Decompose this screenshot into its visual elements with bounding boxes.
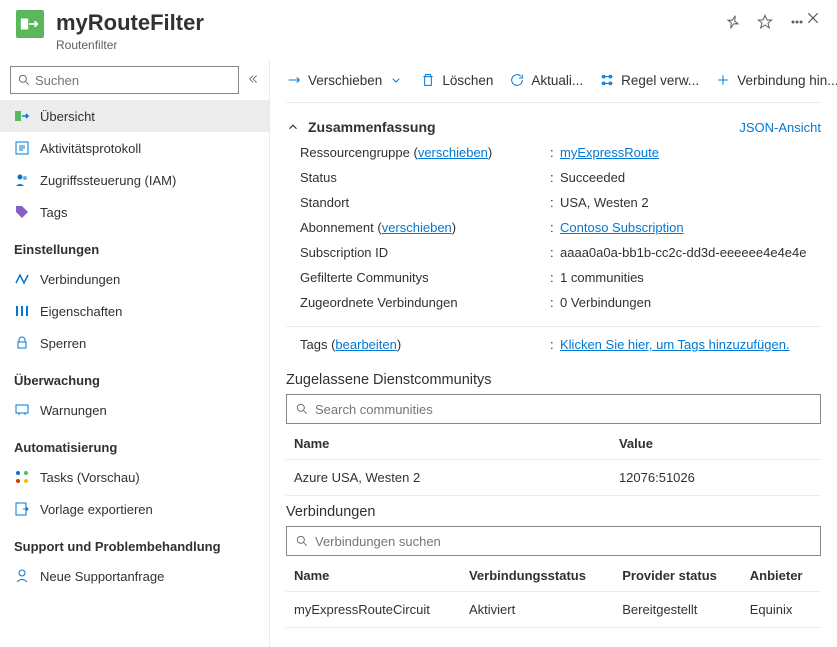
status-value: Succeeded bbox=[560, 170, 821, 185]
communities-value: 1 communities bbox=[560, 270, 821, 285]
sidebar-item-support-request[interactable]: Neue Supportanfrage bbox=[0, 560, 269, 592]
sidebar-item-alerts[interactable]: Warnungen bbox=[0, 394, 269, 426]
sidebar-item-label: Verbindungen bbox=[40, 272, 120, 287]
sidebar-item-connections[interactable]: Verbindungen bbox=[0, 263, 269, 295]
support-icon bbox=[14, 568, 30, 584]
search-connections-input[interactable] bbox=[286, 526, 821, 556]
resource-type-icon bbox=[16, 10, 44, 38]
divider bbox=[286, 326, 821, 327]
alert-icon bbox=[14, 402, 30, 418]
connections-table: Name Verbindungsstatus Provider status A… bbox=[286, 560, 821, 628]
tag-icon bbox=[14, 204, 30, 220]
sidebar-group-title: Überwachung bbox=[0, 359, 269, 394]
sidebar-item-activity-log[interactable]: Aktivitätsprotokoll bbox=[0, 132, 269, 164]
sidebar-item-label: Zugriffssteuerung (IAM) bbox=[40, 173, 176, 188]
col-provider-status[interactable]: Provider status bbox=[614, 560, 742, 592]
sidebar: Übersicht Aktivitätsprotokoll Zugriffsst… bbox=[0, 60, 270, 647]
location-value: USA, Westen 2 bbox=[560, 195, 821, 210]
resource-type-label: Routenfilter bbox=[56, 38, 725, 52]
delete-button[interactable]: Löschen bbox=[420, 72, 493, 88]
add-connection-button[interactable]: Verbindung hin... bbox=[715, 72, 837, 88]
lock-icon bbox=[14, 335, 30, 351]
pin-icon[interactable] bbox=[725, 14, 741, 33]
people-icon bbox=[14, 172, 30, 188]
resource-group-link[interactable]: myExpressRoute bbox=[560, 145, 659, 160]
sidebar-group-title: Support und Problembehandlung bbox=[0, 525, 269, 560]
more-icon[interactable] bbox=[789, 14, 805, 33]
sidebar-group-title: Automatisierung bbox=[0, 426, 269, 461]
sidebar-item-label: Sperren bbox=[40, 336, 86, 351]
summary-grid: Ressourcengruppe (verschieben) : myExpre… bbox=[286, 141, 821, 322]
collapse-sidebar-icon[interactable] bbox=[245, 72, 259, 89]
edit-tags-link[interactable]: bearbeiten bbox=[335, 337, 396, 352]
sidebar-item-label: Warnungen bbox=[40, 403, 107, 418]
favorite-icon[interactable] bbox=[757, 14, 773, 33]
sidebar-item-label: Neue Supportanfrage bbox=[40, 569, 164, 584]
sidebar-item-label: Übersicht bbox=[40, 109, 95, 124]
col-provider[interactable]: Anbieter bbox=[742, 560, 821, 592]
sidebar-item-label: Tags bbox=[40, 205, 67, 220]
move-button[interactable]: Verschieben bbox=[286, 72, 404, 88]
search-communities-input[interactable] bbox=[286, 394, 821, 424]
table-row[interactable]: Azure USA, Westen 2 12076:51026 bbox=[286, 460, 821, 496]
sidebar-item-tasks[interactable]: Tasks (Vorschau) bbox=[0, 461, 269, 493]
sidebar-item-label: Eigenschaften bbox=[40, 304, 122, 319]
add-tags-link[interactable]: Klicken Sie hier, um Tags hinzuzufügen. bbox=[560, 337, 790, 352]
sidebar-item-locks[interactable]: Sperren bbox=[0, 327, 269, 359]
sidebar-item-tags[interactable]: Tags bbox=[0, 196, 269, 228]
sidebar-search-input[interactable] bbox=[10, 66, 239, 94]
properties-icon bbox=[14, 303, 30, 319]
connections-value: 0 Verbindungen bbox=[560, 295, 821, 310]
page-header: myRouteFilter Routenfilter bbox=[0, 0, 837, 60]
json-view-link[interactable]: JSON-Ansicht bbox=[739, 120, 821, 135]
sidebar-item-properties[interactable]: Eigenschaften bbox=[0, 295, 269, 327]
sidebar-item-export-template[interactable]: Vorlage exportieren bbox=[0, 493, 269, 525]
sidebar-item-iam[interactable]: Zugriffssteuerung (IAM) bbox=[0, 164, 269, 196]
communities-section-title: Zugelassene Dienstcommunitys bbox=[286, 364, 821, 394]
move-subscription-link[interactable]: verschieben bbox=[382, 220, 452, 235]
manage-rule-button[interactable]: Regel verw... bbox=[599, 72, 699, 88]
export-template-icon bbox=[14, 501, 30, 517]
col-name[interactable]: Name bbox=[286, 560, 461, 592]
sidebar-item-label: Tasks (Vorschau) bbox=[40, 470, 140, 485]
route-filter-icon bbox=[14, 108, 30, 124]
sidebar-item-label: Vorlage exportieren bbox=[40, 502, 153, 517]
subscription-link[interactable]: Contoso Subscription bbox=[560, 220, 684, 235]
col-name[interactable]: Name bbox=[286, 428, 611, 460]
table-row[interactable]: myExpressRouteCircuit Aktiviert Bereitge… bbox=[286, 592, 821, 628]
sidebar-group-title: Einstellungen bbox=[0, 228, 269, 263]
sidebar-item-overview[interactable]: Übersicht bbox=[0, 100, 269, 132]
chevron-up-icon bbox=[286, 120, 300, 134]
connections-icon bbox=[14, 271, 30, 287]
refresh-button[interactable]: Aktuali... bbox=[509, 72, 583, 88]
summary-toggle[interactable]: Zusammenfassung bbox=[286, 119, 436, 135]
main-content: Verschieben Löschen Aktuali... Regel ver… bbox=[270, 60, 837, 647]
sidebar-item-label: Aktivitätsprotokoll bbox=[40, 141, 141, 156]
page-title: myRouteFilter bbox=[56, 10, 725, 36]
col-value[interactable]: Value bbox=[611, 428, 821, 460]
tasks-icon bbox=[14, 469, 30, 485]
move-resource-group-link[interactable]: verschieben bbox=[418, 145, 488, 160]
communities-table: Name Value Azure USA, Westen 2 12076:510… bbox=[286, 428, 821, 496]
divider bbox=[286, 102, 821, 103]
connections-section-title: Verbindungen bbox=[286, 496, 821, 526]
subscription-id-value: aaaa0a0a-bb1b-cc2c-dd3d-eeeeee4e4e4e bbox=[560, 245, 821, 260]
chevron-down-icon bbox=[388, 72, 404, 88]
close-icon[interactable] bbox=[805, 10, 821, 29]
command-bar: Verschieben Löschen Aktuali... Regel ver… bbox=[286, 68, 821, 98]
col-status[interactable]: Verbindungsstatus bbox=[461, 560, 614, 592]
activity-log-icon bbox=[14, 140, 30, 156]
